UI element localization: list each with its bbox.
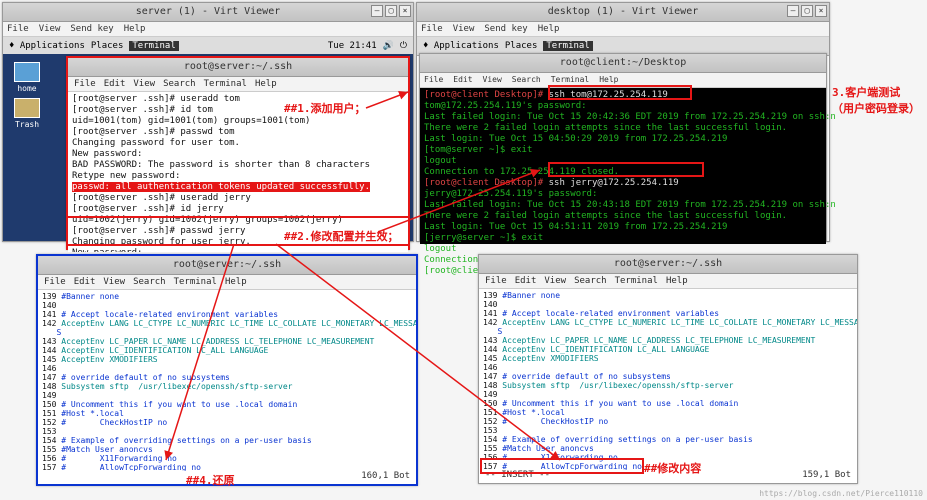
close-icon[interactable]: × (815, 5, 827, 17)
power-icon[interactable]: ⏻ (400, 41, 407, 51)
vim-status: 160,1 Bot (38, 471, 416, 484)
menu-view[interactable]: View (453, 22, 475, 36)
tm-edit[interactable]: Edit (515, 274, 537, 288)
title-text: server (1) - Virt Viewer (136, 6, 281, 17)
status-right: 160,1 Bot (361, 471, 410, 484)
tm-edit[interactable]: Edit (453, 73, 472, 87)
clock: Tue 21:41 (328, 41, 377, 51)
title-text: root@server:~/.ssh (614, 258, 722, 269)
title-text: root@server:~/.ssh (184, 61, 292, 72)
tm-search[interactable]: Search (133, 275, 166, 289)
term-menu: File Edit View Search Terminal Help (68, 77, 408, 92)
volume-icon[interactable]: 🔊 (383, 41, 394, 51)
tm-search[interactable]: Search (574, 274, 607, 288)
maximize-icon[interactable]: ▢ (385, 5, 397, 17)
tm-help[interactable]: Help (666, 274, 688, 288)
title-text: desktop (1) - Virt Viewer (548, 6, 699, 17)
places-menu[interactable]: Places (91, 41, 124, 51)
client-terminal: root@client:~/Desktop File Edit View Sea… (419, 53, 827, 241)
term-title: root@client:~/Desktop (420, 54, 826, 73)
tm-help[interactable]: Help (599, 73, 618, 87)
title-text: root@client:~/Desktop (560, 57, 686, 68)
term-menu: File Edit View Search Terminal Help (479, 274, 857, 289)
trash-label: Trash (15, 120, 39, 129)
status-left: -- INSERT -- (485, 470, 550, 483)
window-title: desktop (1) - Virt Viewer –▢× (417, 3, 829, 22)
apps-menu[interactable]: ♦ Applications (9, 41, 85, 51)
editor-body[interactable]: 139 #Banner none 140 141 # Accept locale… (38, 290, 416, 474)
tm-help[interactable]: Help (255, 77, 277, 91)
annot-3: 3.客户端测试 (832, 84, 900, 100)
close-icon[interactable]: × (399, 5, 411, 17)
menu-sendkey[interactable]: Send key (70, 22, 113, 36)
tm-file[interactable]: File (424, 73, 443, 87)
term-title: root@server:~/.ssh (68, 58, 408, 77)
menu-sendkey[interactable]: Send key (484, 22, 527, 36)
minimize-icon[interactable]: – (371, 5, 383, 17)
term-menu: File Edit View Search Terminal Help (38, 275, 416, 290)
window-title: server (1) - Virt Viewer –▢× (3, 3, 413, 22)
apps-menu[interactable]: ♦ Applications (423, 41, 499, 51)
menu-help[interactable]: Help (538, 22, 560, 36)
tm-terminal[interactable]: Terminal (551, 73, 590, 87)
tm-file[interactable]: File (44, 275, 66, 289)
tm-terminal[interactable]: Terminal (204, 77, 247, 91)
window-controls: –▢× (787, 5, 827, 17)
tm-view[interactable]: View (133, 77, 155, 91)
tm-terminal[interactable]: Terminal (174, 275, 217, 289)
term-title: root@server:~/.ssh (479, 255, 857, 274)
menu-file[interactable]: File (421, 22, 443, 36)
tm-file[interactable]: File (74, 77, 96, 91)
tm-file[interactable]: File (485, 274, 507, 288)
terminal-launcher[interactable]: Terminal (129, 41, 178, 51)
tm-edit[interactable]: Edit (104, 77, 126, 91)
menu-view[interactable]: View (39, 22, 61, 36)
title-text: root@server:~/.ssh (173, 259, 281, 270)
term-output[interactable]: [root@server .ssh]# useradd tom [root@se… (68, 92, 408, 252)
home-icon[interactable]: home (9, 62, 45, 93)
annot-3b: （用户密码登录） (832, 100, 920, 116)
viewer-menu: File View Send key Help (3, 22, 413, 37)
tm-help[interactable]: Help (225, 275, 247, 289)
viewer-menu: File View Send key Help (417, 22, 829, 37)
tm-search[interactable]: Search (512, 73, 541, 87)
window-controls: –▢× (371, 5, 411, 17)
sshd-editor-right: root@server:~/.ssh File Edit View Search… (478, 254, 858, 484)
term-menu: File Edit View Search Terminal Help (420, 73, 826, 88)
minimize-icon[interactable]: – (787, 5, 799, 17)
menu-file[interactable]: File (7, 22, 29, 36)
sshd-editor-left: root@server:~/.ssh File Edit View Search… (36, 254, 418, 486)
tm-edit[interactable]: Edit (74, 275, 96, 289)
status-right: 159,1 Bot (802, 470, 851, 483)
term-output[interactable]: [root@client Desktop]# ssh tom@172.25.25… (420, 88, 826, 244)
term-title: root@server:~/.ssh (38, 256, 416, 275)
places-menu[interactable]: Places (505, 41, 538, 51)
server-terminal: root@server:~/.ssh File Edit View Search… (66, 56, 410, 250)
maximize-icon[interactable]: ▢ (801, 5, 813, 17)
home-label: home (17, 84, 36, 93)
menu-help[interactable]: Help (124, 22, 146, 36)
virt-viewer-client: desktop (1) - Virt Viewer –▢× File View … (416, 2, 830, 242)
terminal-launcher[interactable]: Terminal (543, 41, 592, 51)
tm-view[interactable]: View (103, 275, 125, 289)
tm-search[interactable]: Search (163, 77, 196, 91)
tm-view[interactable]: View (483, 73, 502, 87)
vim-status: -- INSERT -- 159,1 Bot (479, 470, 857, 483)
trash-icon[interactable]: Trash (9, 98, 45, 129)
tm-terminal[interactable]: Terminal (615, 274, 658, 288)
watermark: https://blog.csdn.net/Pierce110110 (759, 489, 923, 498)
tm-view[interactable]: View (544, 274, 566, 288)
editor-body[interactable]: 139 #Banner none 140 141 # Accept locale… (479, 289, 857, 473)
